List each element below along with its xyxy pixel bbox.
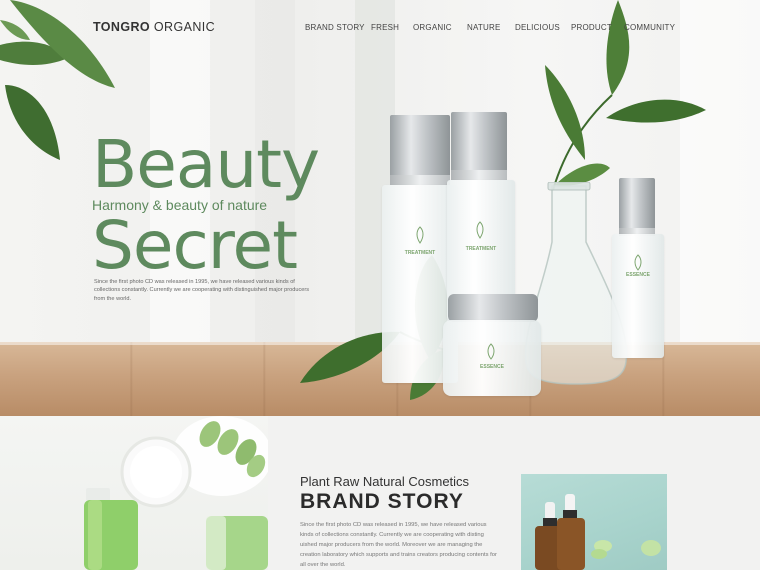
- cosmetics-photo: [0, 416, 268, 570]
- leaf-icon: [476, 221, 484, 239]
- essence-bottles-photo: [521, 474, 667, 570]
- bottle-body: [612, 234, 664, 358]
- hero-description: Since the first photo CD was released in…: [94, 279, 310, 302]
- bottle-collar: [390, 175, 450, 185]
- product-label: TREATMENT: [465, 246, 497, 252]
- product-label: TREATMENT: [404, 250, 436, 256]
- product-label: ESSENCE: [626, 272, 650, 278]
- nav-organic[interactable]: ORGANIC: [413, 23, 452, 32]
- bottle-cap: [390, 115, 450, 177]
- bottle-cap: [619, 178, 655, 230]
- nav-nature[interactable]: NATURE: [467, 23, 501, 32]
- product-label: ESSENCE: [480, 364, 504, 370]
- bottle-cap: [451, 112, 507, 172]
- nav-brand-story[interactable]: BRAND STORY: [305, 23, 365, 32]
- cosmetics-illustration: [84, 416, 268, 570]
- brand-story-kicker: Plant Raw Natural Cosmetics: [300, 474, 470, 489]
- bottle-collar: [451, 170, 507, 180]
- brand-story-description: Since the first photo CD was released in…: [300, 522, 497, 568]
- nav-fresh[interactable]: FRESH: [371, 23, 399, 32]
- leaf-icon: [634, 254, 642, 271]
- nav-product[interactable]: PRODUCT: [571, 23, 612, 32]
- brand-story-title: BRAND STORY: [300, 490, 464, 513]
- main-nav: BRAND STORY FRESH ORGANIC NATURE DELICIO…: [0, 23, 760, 37]
- hero-title-line2: Secret: [92, 207, 298, 284]
- dropper-bottles-illustration: [535, 494, 661, 570]
- leaf-icon: [416, 226, 424, 244]
- leaf-icon: [487, 343, 495, 360]
- jar-lid: [448, 294, 538, 322]
- hero-title-line1: Beauty: [92, 126, 320, 203]
- nav-delicious[interactable]: DELICIOUS: [515, 23, 560, 32]
- nav-community[interactable]: COMMUNITY: [624, 23, 675, 32]
